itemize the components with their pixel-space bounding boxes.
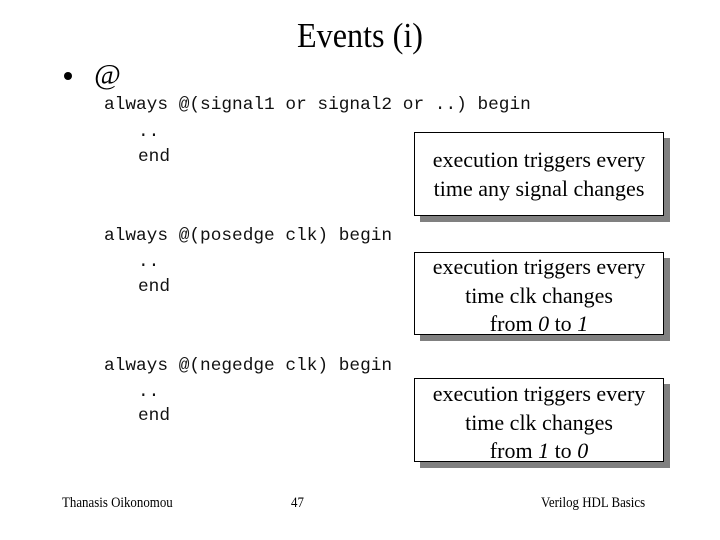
- note-line: time clk changes: [465, 282, 613, 308]
- note-box-negedge: execution triggers every time clk change…: [414, 378, 664, 463]
- note-line: time any signal changes: [433, 175, 645, 201]
- note-from-value: 0: [538, 311, 550, 336]
- code-line-end: end: [138, 277, 171, 297]
- note-from-prefix: from: [489, 311, 539, 336]
- note-to-value: 0: [577, 438, 589, 463]
- note-from-prefix: from: [489, 438, 539, 463]
- note-line-from-to: from 0 to 1: [415, 310, 663, 339]
- code-line-ellipsis: ..: [138, 252, 160, 272]
- bullet-text: @: [94, 59, 121, 91]
- code-line-end: end: [138, 147, 171, 167]
- code-line-always-signals: always @(signal1 or signal2 or ..) begin: [104, 95, 531, 115]
- note-line: time clk changes: [465, 409, 613, 435]
- code-line-ellipsis: ..: [138, 382, 160, 402]
- footer-page-number: 47: [291, 495, 304, 511]
- code-line-always-negedge: always @(negedge clk) begin: [104, 356, 393, 376]
- slide: Events (i) @ always @(signal1 or signal2…: [0, 0, 720, 540]
- note-box-posedge: execution triggers every time clk change…: [414, 252, 664, 336]
- note-from-value: 1: [538, 438, 550, 463]
- note-box-any-signal: execution triggers every time any signal…: [414, 132, 664, 216]
- code-line-ellipsis: ..: [138, 122, 160, 142]
- code-line-end: end: [138, 406, 171, 426]
- note-line: execution triggers every: [432, 381, 646, 406]
- note-line: execution triggers every: [432, 147, 646, 172]
- note-line: execution triggers every: [432, 254, 646, 279]
- code-line-always-posedge: always @(posedge clk) begin: [104, 226, 393, 246]
- footer-course: Verilog HDL Basics: [541, 495, 646, 511]
- note-line-from-to: from 1 to 0: [415, 437, 663, 466]
- note-to-middle: to: [549, 311, 578, 336]
- note-to-value: 1: [577, 311, 589, 336]
- slide-title: Events (i): [296, 16, 424, 55]
- note-to-middle: to: [549, 438, 578, 463]
- footer-author: Thanasis Oikonomou: [62, 495, 173, 511]
- bullet-dot-icon: [64, 72, 72, 80]
